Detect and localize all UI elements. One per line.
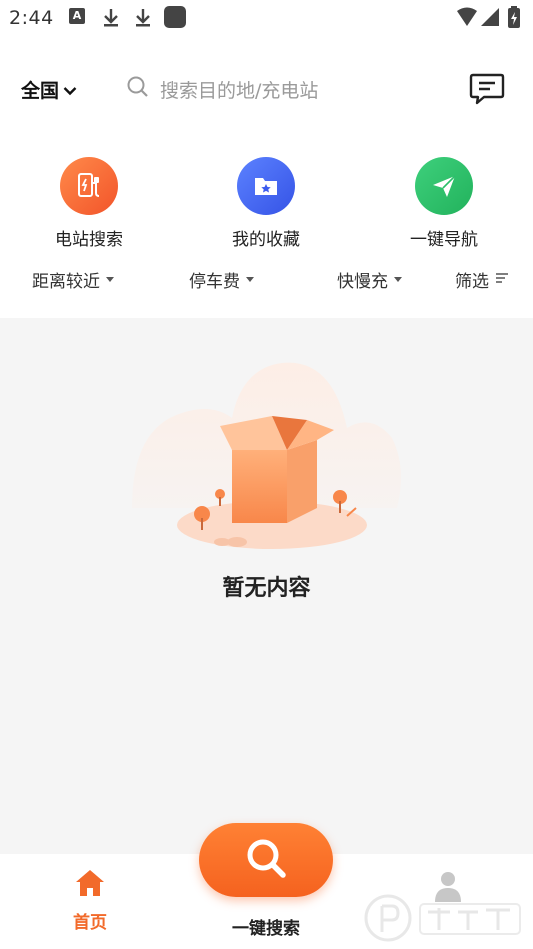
message-button[interactable] [468, 71, 506, 107]
app-notification-icon [164, 6, 186, 28]
filter-charge-speed[interactable]: 快慢充 [337, 267, 402, 292]
top-header: 全国 搜索目的地/充电站 [0, 62, 533, 118]
results-area: 暂无内容 [0, 318, 533, 854]
my-favorites-button[interactable]: 我的收藏 [206, 155, 326, 250]
status-right-icons [455, 6, 525, 34]
profile-icon [430, 872, 466, 908]
chevron-down-icon [63, 79, 77, 101]
filter-parking-fee[interactable]: 停车费 [189, 267, 254, 292]
search-icon [126, 75, 150, 103]
status-bar: 2:44 A [0, 0, 533, 36]
nav-home-label: 首页 [73, 913, 107, 933]
region-selector[interactable]: 全国 [21, 76, 77, 103]
download-icon [102, 8, 120, 32]
quick-action-label: 电站搜索 [55, 230, 123, 250]
battery-charging-icon [508, 6, 520, 28]
text-notification-icon: A [69, 8, 85, 24]
nav-home[interactable]: 首页 [60, 868, 120, 933]
empty-state-text: 暂无内容 [222, 576, 311, 601]
filter-lines-icon [495, 270, 509, 290]
search-icon [243, 835, 289, 885]
region-label: 全国 [21, 80, 60, 102]
search-input[interactable]: 搜索目的地/充电站 [120, 70, 440, 108]
wifi-icon [457, 7, 477, 26]
one-click-navigation-button[interactable]: 一键导航 [384, 155, 504, 250]
caret-down-icon [246, 277, 254, 282]
quick-actions: 电站搜索 我的收藏 一键导航 [0, 155, 533, 255]
quick-action-label: 一键导航 [410, 230, 478, 250]
one-click-search-label[interactable]: 一键搜索 [199, 914, 333, 939]
download-icon [134, 8, 152, 32]
caret-down-icon [106, 277, 114, 282]
filter-bar: 距离较近 停车费 快慢充 筛选 [0, 262, 533, 296]
signal-icon [481, 8, 499, 26]
filter-label: 距离较近 [32, 272, 100, 292]
status-time: 2:44 [9, 7, 54, 29]
charging-station-icon [60, 157, 118, 215]
search-placeholder: 搜索目的地/充电站 [160, 79, 319, 102]
one-click-search-button[interactable] [199, 823, 333, 897]
quick-action-label: 我的收藏 [232, 230, 300, 250]
empty-box-illustration [122, 358, 412, 558]
home-icon [74, 870, 106, 902]
filter-label: 停车费 [189, 272, 240, 292]
filter-label: 筛选 [455, 272, 489, 292]
message-icon [468, 73, 506, 111]
filter-more[interactable]: 筛选 [455, 267, 509, 292]
station-search-button[interactable]: 电站搜索 [29, 155, 149, 250]
favorites-folder-icon [237, 157, 295, 215]
nav-profile[interactable] [418, 868, 478, 908]
filter-distance[interactable]: 距离较近 [32, 267, 114, 292]
navigation-arrow-icon [415, 157, 473, 215]
filter-label: 快慢充 [337, 272, 388, 292]
caret-down-icon [394, 277, 402, 282]
